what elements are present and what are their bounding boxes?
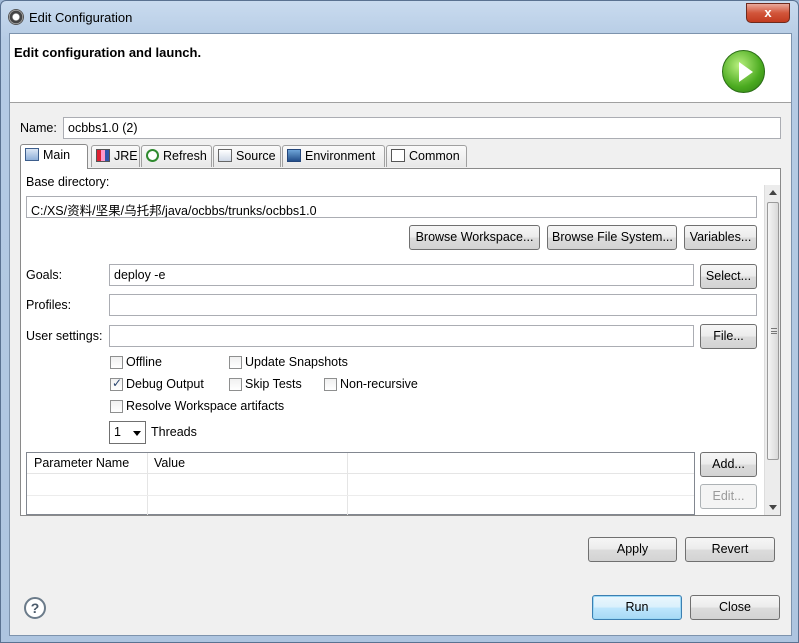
- update-snapshots-checkbox[interactable]: [229, 356, 242, 369]
- profiles-field[interactable]: [109, 294, 757, 316]
- tab-source[interactable]: Source: [213, 145, 281, 167]
- eclipse-icon: [8, 9, 24, 25]
- column-header-parameter-name: Parameter Name: [34, 456, 130, 470]
- tab-environment[interactable]: Environment: [282, 145, 385, 167]
- resolve-workspace-checkbox[interactable]: [110, 400, 123, 413]
- column-extra: [348, 453, 695, 515]
- base-directory-label: Base directory:: [26, 175, 110, 189]
- base-directory-field[interactable]: C:/XS/资料/坚果/乌托邦/java/ocbbs/trunks/ocbbs1…: [26, 196, 757, 218]
- add-button[interactable]: Add...: [700, 452, 757, 477]
- tab-source-label: Source: [236, 149, 276, 163]
- tab-main[interactable]: Main: [20, 144, 88, 169]
- offline-checkbox[interactable]: [110, 356, 123, 369]
- grip-icon: [771, 328, 777, 334]
- chevron-down-icon: [133, 431, 141, 436]
- goals-label: Goals:: [26, 268, 63, 282]
- tab-environment-label: Environment: [305, 149, 376, 163]
- user-settings-field[interactable]: [109, 325, 694, 347]
- run-button[interactable]: Run: [592, 595, 682, 620]
- title-bar: Edit Configuration x: [1, 1, 798, 33]
- run-icon: [722, 50, 765, 93]
- column-header-value: Value: [154, 456, 186, 470]
- threads-value: 1: [114, 425, 121, 439]
- refresh-icon: [146, 149, 159, 162]
- parameters-table[interactable]: Parameter Name Value: [26, 452, 695, 515]
- tab-common[interactable]: Common: [386, 145, 467, 167]
- jre-icon: [96, 149, 110, 162]
- revert-button[interactable]: Revert: [685, 537, 775, 562]
- column-parameter-name: Parameter Name: [27, 453, 148, 515]
- file-button[interactable]: File...: [700, 324, 757, 349]
- browse-file-system-button[interactable]: Browse File System...: [547, 225, 677, 250]
- name-label: Name:: [20, 121, 57, 135]
- resolve-workspace-label: Resolve Workspace artifacts: [126, 399, 285, 413]
- name-field[interactable]: ocbbs1.0 (2): [63, 117, 781, 139]
- apply-button[interactable]: Apply: [588, 537, 677, 562]
- debug-output-checkbox[interactable]: [110, 376, 123, 391]
- select-button[interactable]: Select...: [700, 264, 757, 289]
- scroll-down-icon[interactable]: [769, 505, 777, 510]
- goals-field[interactable]: deploy -e: [109, 264, 694, 286]
- threads-select[interactable]: 1: [109, 421, 146, 444]
- tab-main-label: Main: [43, 148, 71, 162]
- profiles-label: Profiles:: [26, 298, 72, 312]
- variables-button[interactable]: Variables...: [684, 225, 757, 250]
- window-close-button[interactable]: x: [746, 3, 790, 23]
- header-title: Edit configuration and launch.: [14, 45, 202, 60]
- tab-refresh-label: Refresh: [163, 149, 207, 163]
- source-icon: [218, 149, 232, 162]
- column-value: Value: [148, 453, 348, 515]
- user-settings-label: User settings:: [26, 329, 103, 343]
- browse-workspace-button[interactable]: Browse Workspace...: [409, 225, 540, 250]
- environment-icon: [287, 149, 301, 162]
- debug-output-label: Debug Output: [126, 377, 204, 391]
- common-icon: [391, 149, 405, 162]
- tab-common-label: Common: [409, 149, 460, 163]
- window-title: Edit Configuration: [29, 10, 133, 25]
- scroll-thumb[interactable]: [767, 202, 779, 460]
- table-row: [27, 495, 694, 496]
- offline-label: Offline: [126, 355, 162, 369]
- panel-scrollbar[interactable]: [764, 185, 780, 515]
- scroll-up-icon[interactable]: [769, 190, 777, 195]
- non-recursive-label: Non-recursive: [340, 377, 418, 391]
- tab-refresh[interactable]: Refresh: [141, 145, 212, 167]
- skip-tests-label: Skip Tests: [245, 377, 302, 391]
- main-icon: [25, 148, 39, 161]
- dialog-header: Edit configuration and launch.: [10, 34, 791, 103]
- threads-label: Threads: [151, 425, 197, 439]
- help-icon[interactable]: ?: [24, 597, 46, 619]
- update-snapshots-label: Update Snapshots: [245, 355, 348, 369]
- close-button[interactable]: Close: [690, 595, 780, 620]
- tab-jre[interactable]: JRE: [91, 145, 140, 167]
- skip-tests-checkbox[interactable]: [229, 378, 242, 391]
- dialog-client: Edit configuration and launch. Name: ocb…: [9, 33, 792, 636]
- dialog-window: Edit Configuration x Edit configuration …: [0, 0, 799, 643]
- edit-button[interactable]: Edit...: [700, 484, 757, 509]
- tab-jre-label: JRE: [114, 149, 138, 163]
- non-recursive-checkbox[interactable]: [324, 378, 337, 391]
